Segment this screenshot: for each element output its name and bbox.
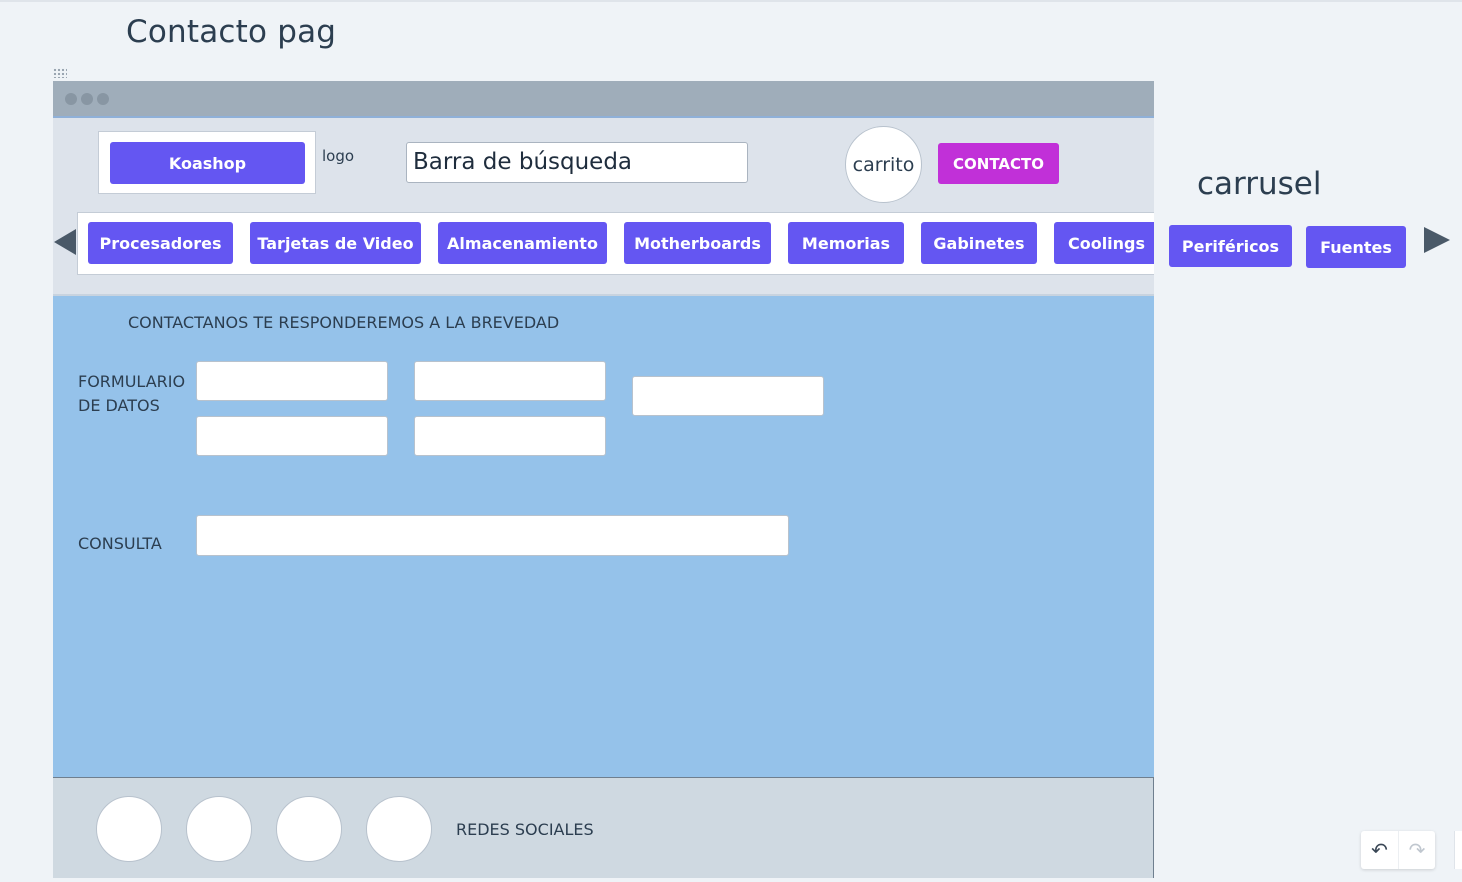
- query-field[interactable]: [196, 515, 789, 556]
- category-memorias-button[interactable]: Memorias: [788, 222, 904, 264]
- form-label-line: DE DATOS: [78, 396, 160, 415]
- query-label: CONSULTA: [78, 534, 162, 553]
- form-field-3[interactable]: [632, 376, 824, 416]
- category-almacenamiento-button[interactable]: Almacenamiento: [438, 222, 607, 264]
- contact-button[interactable]: CONTACTO: [938, 143, 1059, 184]
- category-fuentes-button[interactable]: Fuentes: [1306, 226, 1406, 268]
- history-toolbar: ↶ ↷: [1361, 831, 1435, 869]
- brand-button[interactable]: Koashop: [110, 142, 305, 184]
- form-field-2[interactable]: [414, 361, 606, 401]
- form-field-5[interactable]: [414, 416, 606, 456]
- logo-label: logo: [322, 147, 355, 165]
- carousel-prev-icon[interactable]: [54, 229, 76, 255]
- category-motherboards-button[interactable]: Motherboards: [624, 222, 771, 264]
- search-input[interactable]: Barra de búsqueda: [406, 142, 748, 183]
- category-perifericos-button[interactable]: Periféricos: [1169, 225, 1292, 267]
- contact-heading: CONTACTANOS TE RESPONDEREMOS A LA BREVED…: [128, 313, 560, 332]
- browser-titlebar: [53, 81, 1154, 118]
- window-dot-icon: [81, 93, 93, 105]
- contact-content: CONTACTANOS TE RESPONDEREMOS A LA BREVED…: [53, 296, 1154, 777]
- category-gabinetes-button[interactable]: Gabinetes: [921, 222, 1037, 264]
- social-icon[interactable]: [186, 796, 252, 862]
- toolbar-edge: [1454, 831, 1462, 869]
- cart-button[interactable]: carrito: [845, 126, 922, 203]
- browser-mockup-frame: Koashop logo Barra de búsqueda carrito C…: [53, 81, 1154, 878]
- carousel-label: carrusel: [1197, 166, 1322, 202]
- social-icon[interactable]: [366, 796, 432, 862]
- window-dot-icon: [97, 93, 109, 105]
- social-icon[interactable]: [96, 796, 162, 862]
- category-nav: Procesadores Tarjetas de Video Almacenam…: [77, 212, 1154, 275]
- social-icon[interactable]: [276, 796, 342, 862]
- form-label: FORMULARIO DE DATOS: [78, 370, 185, 418]
- site-header: Koashop logo Barra de búsqueda carrito C…: [53, 120, 1154, 296]
- redo-icon[interactable]: ↷: [1398, 831, 1435, 869]
- carousel-next-icon[interactable]: [1424, 227, 1450, 253]
- page-title: Contacto pag: [126, 14, 337, 50]
- form-field-4[interactable]: [196, 416, 388, 456]
- top-divider: [0, 0, 1462, 2]
- category-coolings-button[interactable]: Coolings: [1054, 222, 1154, 264]
- form-label-line: FORMULARIO: [78, 372, 186, 391]
- form-field-1[interactable]: [196, 361, 388, 401]
- site-footer: REDES SOCIALES: [53, 777, 1154, 878]
- drag-handle-icon[interactable]: [53, 68, 67, 78]
- social-label: REDES SOCIALES: [456, 820, 594, 839]
- window-dot-icon: [65, 93, 77, 105]
- category-procesadores-button[interactable]: Procesadores: [88, 222, 233, 264]
- logo-box: Koashop: [98, 131, 316, 194]
- category-tarjetas-video-button[interactable]: Tarjetas de Video: [250, 222, 421, 264]
- undo-icon[interactable]: ↶: [1361, 831, 1398, 869]
